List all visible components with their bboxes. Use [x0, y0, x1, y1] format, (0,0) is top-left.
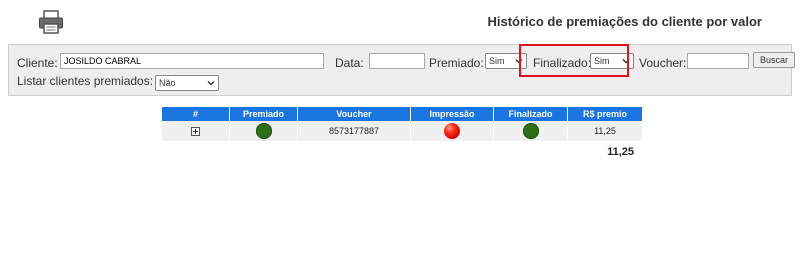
- expand-plus-icon[interactable]: [191, 127, 200, 137]
- printer-icon[interactable]: [38, 10, 64, 34]
- premiado-select[interactable]: Sim: [485, 53, 527, 69]
- chevron-down-icon: [207, 81, 215, 86]
- total-premio: 11,25: [607, 146, 634, 158]
- page-title: Histórico de premiações do cliente por v…: [487, 14, 762, 29]
- cliente-label: Cliente:: [17, 56, 58, 70]
- finalizado-select-value: Sim: [594, 56, 610, 66]
- chevron-down-icon: [515, 59, 523, 64]
- impressao-status-red-icon: [444, 123, 460, 139]
- col-header-voucher: Voucher: [297, 107, 411, 121]
- premiado-select-value: Sim: [489, 56, 505, 66]
- finalizado-label: Finalizado:: [533, 56, 592, 70]
- table-row: 8573177887 11,25: [162, 121, 643, 141]
- col-header-premiado: Premiado: [229, 107, 298, 121]
- listar-label: Listar clientes premiados:: [17, 74, 154, 88]
- col-header-impressao: Impressão: [410, 107, 494, 121]
- premiado-status-green-icon: [255, 123, 272, 139]
- table-header-row: # Premiado Voucher Impressão Finalizado …: [162, 107, 643, 121]
- chevron-down-icon: [622, 59, 630, 64]
- col-header-index: #: [162, 107, 230, 121]
- voucher-cell: 8573177887: [297, 121, 411, 141]
- finalizado-select[interactable]: Sim: [590, 53, 634, 69]
- filter-panel: Cliente: Data: Premiado: Sim Finalizado:…: [8, 44, 796, 96]
- filter-row-main: Cliente: Data: Premiado: Sim Finalizado:…: [17, 52, 796, 70]
- voucher-label: Voucher:: [639, 56, 687, 70]
- finalizado-status-green-icon: [522, 123, 539, 139]
- premiado-label: Premiado:: [429, 56, 484, 70]
- data-input[interactable]: [369, 53, 425, 69]
- premio-cell: 11,25: [567, 121, 643, 141]
- data-label: Data:: [335, 56, 364, 70]
- voucher-input[interactable]: [687, 53, 749, 69]
- results-table: # Premiado Voucher Impressão Finalizado …: [162, 107, 643, 141]
- listar-select[interactable]: Não: [155, 75, 219, 91]
- cliente-input[interactable]: [60, 53, 324, 69]
- col-header-finalizado: Finalizado: [493, 107, 568, 121]
- col-header-premio: R$ premio: [567, 107, 643, 121]
- buscar-button[interactable]: Buscar: [753, 52, 796, 68]
- listar-select-value: Não: [159, 78, 176, 88]
